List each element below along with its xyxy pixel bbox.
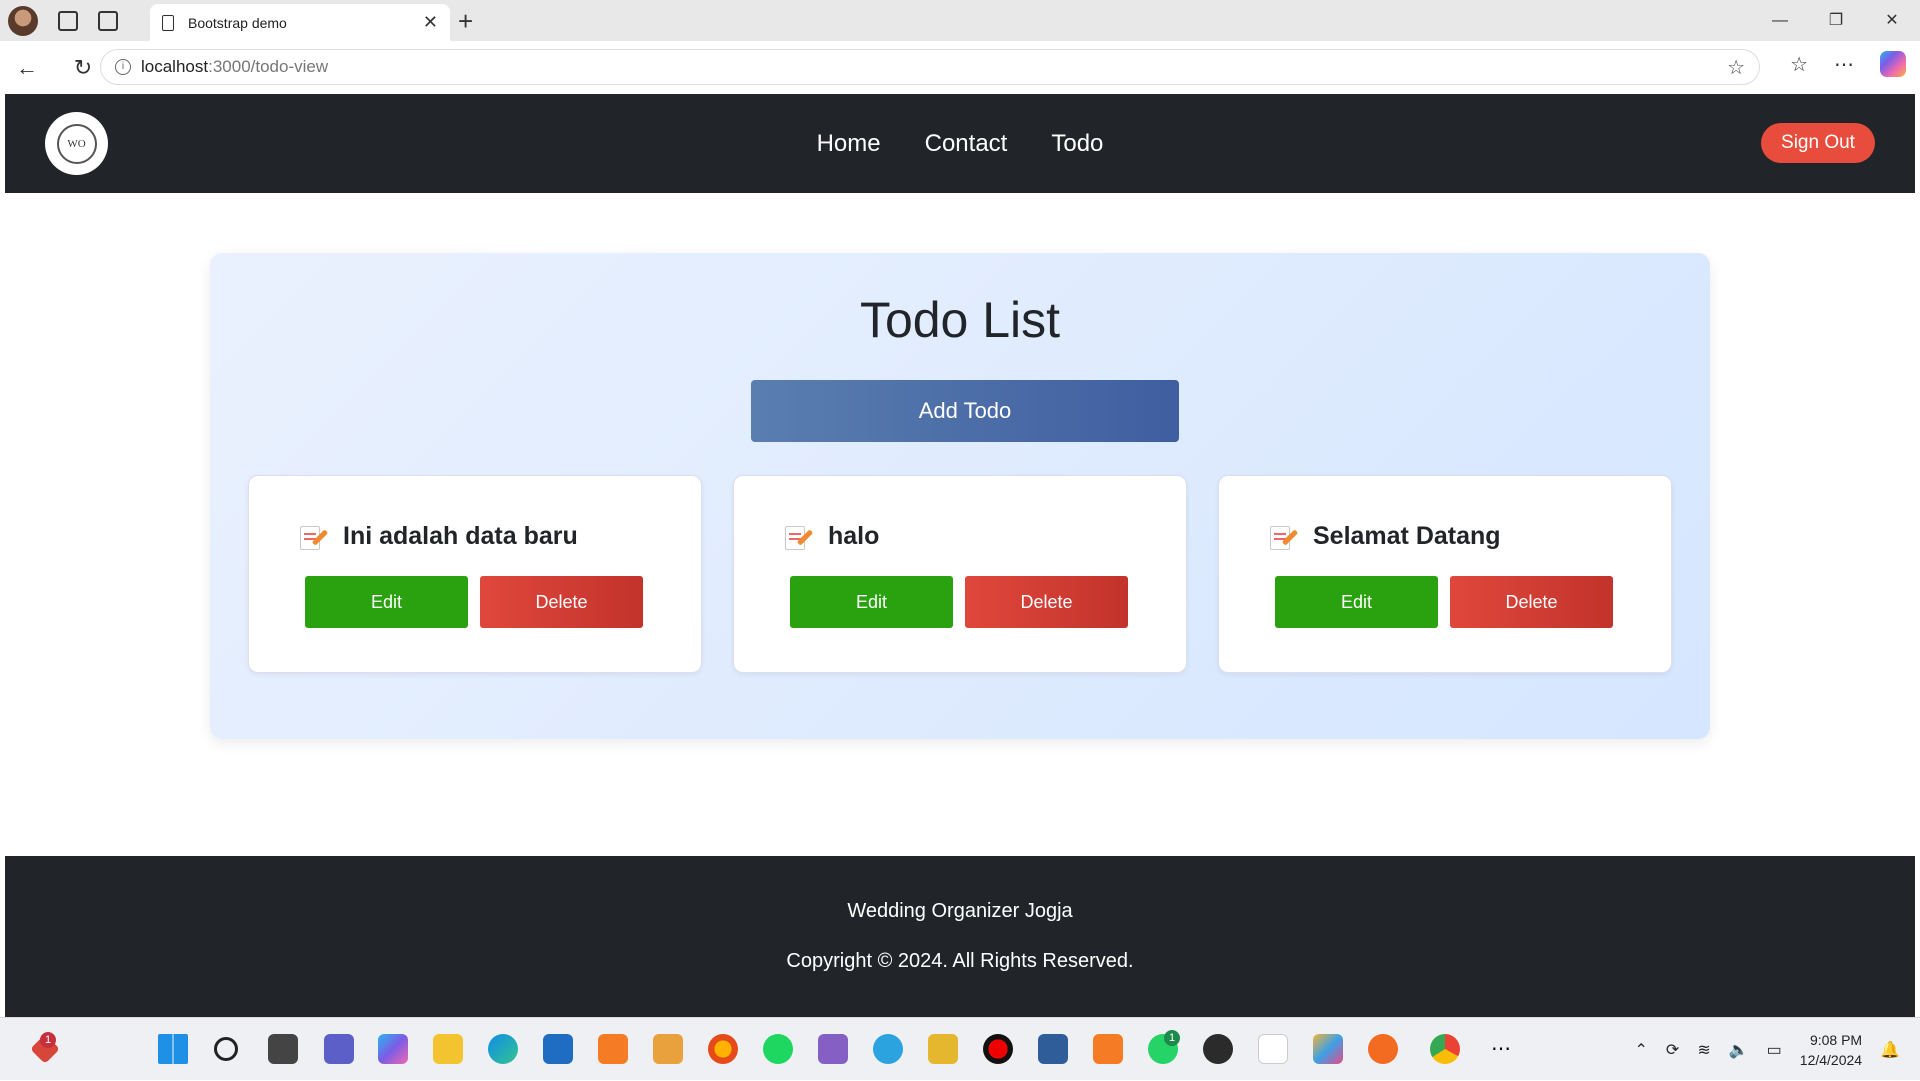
- chevron-up-icon[interactable]: ⌃: [1635, 1040, 1648, 1060]
- restore-icon[interactable]: ❐: [1808, 0, 1864, 41]
- page-icon: [162, 14, 174, 31]
- footer-org: Wedding Organizer Jogja: [847, 900, 1073, 922]
- start-icon[interactable]: [158, 1034, 188, 1064]
- tool-icon[interactable]: [928, 1034, 958, 1064]
- clock-time: 9:08 PM: [1809, 1031, 1863, 1048]
- media-player-icon[interactable]: [653, 1034, 683, 1064]
- teams-icon[interactable]: [324, 1034, 354, 1064]
- clock-date: 12/4/2024: [1799, 1051, 1863, 1068]
- vertical-tabs-icon[interactable]: [98, 10, 118, 31]
- todo-card: Ini adalah data baru Edit Delete: [248, 475, 702, 673]
- chrome-icon[interactable]: [1430, 1034, 1460, 1064]
- memo-icon: [784, 523, 814, 551]
- web-page: WO Home Contact Todo Sign Out Todo List …: [5, 94, 1915, 1017]
- store-icon[interactable]: [543, 1034, 573, 1064]
- site-navbar: WO Home Contact Todo Sign Out: [5, 94, 1915, 193]
- favorites-icon[interactable]: ☆: [1790, 52, 1808, 77]
- url-path: :3000/todo-view: [208, 57, 329, 76]
- task-view-icon[interactable]: [268, 1034, 298, 1064]
- xampp-icon[interactable]: [598, 1034, 628, 1064]
- todo-text: Selamat Datang: [1313, 522, 1501, 550]
- more-menu-icon[interactable]: ⋯: [1834, 52, 1854, 77]
- memo-icon: [1269, 523, 1299, 551]
- file-explorer-icon[interactable]: [433, 1034, 463, 1064]
- browser-titlebar: Bootstrap demo ✕ + — ❐ ✕: [0, 0, 1920, 41]
- hex-app-icon[interactable]: [1313, 1034, 1343, 1064]
- url-field[interactable]: i localhost:3000/todo-view ☆: [100, 49, 1760, 85]
- todo-text: halo: [828, 522, 880, 550]
- more-apps-icon[interactable]: ⋯: [1486, 1034, 1516, 1064]
- todo-container: Todo List Add Todo Ini adalah data baru …: [210, 253, 1710, 739]
- taskbar: 1 1 ⋯ ⌃ ⟳ ≋ 🔈 ▭ 9:08 PM 12/4/2024 🔔: [0, 1017, 1920, 1080]
- profile-avatar[interactable]: [8, 5, 38, 36]
- delete-button[interactable]: Delete: [1450, 576, 1613, 628]
- minimize-icon[interactable]: —: [1752, 0, 1808, 41]
- font-app-icon[interactable]: [1258, 1034, 1288, 1064]
- copilot-taskbar-icon[interactable]: [378, 1034, 408, 1064]
- virtualbox-icon[interactable]: [1038, 1034, 1068, 1064]
- sign-out-button[interactable]: Sign Out: [1761, 123, 1875, 163]
- tab-title: Bootstrap demo: [188, 14, 287, 31]
- search-icon[interactable]: [214, 1037, 238, 1061]
- xampp-icon-2[interactable]: [1093, 1034, 1123, 1064]
- whatsapp-badge: 1: [1164, 1030, 1180, 1046]
- obs-icon[interactable]: [1203, 1034, 1233, 1064]
- nav-menu: Home Contact Todo: [5, 94, 1915, 193]
- wifi-icon[interactable]: ≋: [1697, 1040, 1710, 1060]
- volume-icon[interactable]: 🔈: [1729, 1040, 1749, 1060]
- todo-text: Ini adalah data baru: [343, 522, 578, 550]
- clock[interactable]: 9:08 PM 12/4/2024: [1800, 1030, 1862, 1070]
- notification-bell-icon[interactable]: 🔔: [1880, 1040, 1900, 1060]
- site-info-icon[interactable]: i: [115, 59, 131, 75]
- footer-copyright: Copyright © 2024. All Rights Reserved.: [786, 950, 1134, 972]
- delete-button[interactable]: Delete: [965, 576, 1128, 628]
- notification-badge: 1: [40, 1032, 56, 1048]
- workspaces-icon[interactable]: [58, 10, 78, 31]
- page-title: Todo List: [859, 292, 1061, 348]
- sync-icon[interactable]: ⟳: [1666, 1040, 1679, 1060]
- memo-icon: [299, 523, 329, 551]
- todo-card: halo Edit Delete: [733, 475, 1187, 673]
- close-window-icon[interactable]: ✕: [1864, 0, 1920, 41]
- add-todo-button[interactable]: Add Todo: [751, 380, 1179, 442]
- edit-button[interactable]: Edit: [305, 576, 468, 628]
- nav-link-home[interactable]: Home: [817, 130, 881, 158]
- nav-link-contact[interactable]: Contact: [925, 130, 1008, 158]
- spotify-icon[interactable]: [763, 1034, 793, 1064]
- todo-card: Selamat Datang Edit Delete: [1218, 475, 1672, 673]
- address-bar-row: ← ↻ i localhost:3000/todo-view ☆ ☆ ⋯: [0, 41, 1920, 94]
- refresh-icon[interactable]: ↻: [70, 55, 96, 81]
- telegram-icon[interactable]: [873, 1034, 903, 1064]
- edit-button[interactable]: Edit: [1275, 576, 1438, 628]
- battery-icon[interactable]: ▭: [1767, 1040, 1782, 1060]
- record-icon[interactable]: [983, 1034, 1013, 1064]
- visual-studio-icon[interactable]: [818, 1034, 848, 1064]
- close-tab-icon[interactable]: ✕: [423, 12, 438, 33]
- edge-icon[interactable]: [488, 1034, 518, 1064]
- browser-tab[interactable]: Bootstrap demo ✕: [150, 4, 450, 41]
- postman-icon[interactable]: [1368, 1034, 1398, 1064]
- favorite-star-icon[interactable]: ☆: [1727, 55, 1745, 80]
- copilot-icon[interactable]: [1880, 51, 1906, 77]
- site-footer: Wedding Organizer Jogja Copyright © 2024…: [5, 856, 1915, 1017]
- edit-button[interactable]: Edit: [790, 576, 953, 628]
- nav-link-todo[interactable]: Todo: [1051, 130, 1103, 158]
- delete-button[interactable]: Delete: [480, 576, 643, 628]
- system-tray: ⌃ ⟳ ≋ 🔈 ▭ 9:08 PM 12/4/2024 🔔: [1635, 1018, 1900, 1081]
- firefox-icon[interactable]: [708, 1034, 738, 1064]
- new-tab-icon[interactable]: +: [458, 6, 473, 37]
- url-host: localhost: [141, 57, 209, 76]
- back-icon[interactable]: ←: [14, 55, 40, 81]
